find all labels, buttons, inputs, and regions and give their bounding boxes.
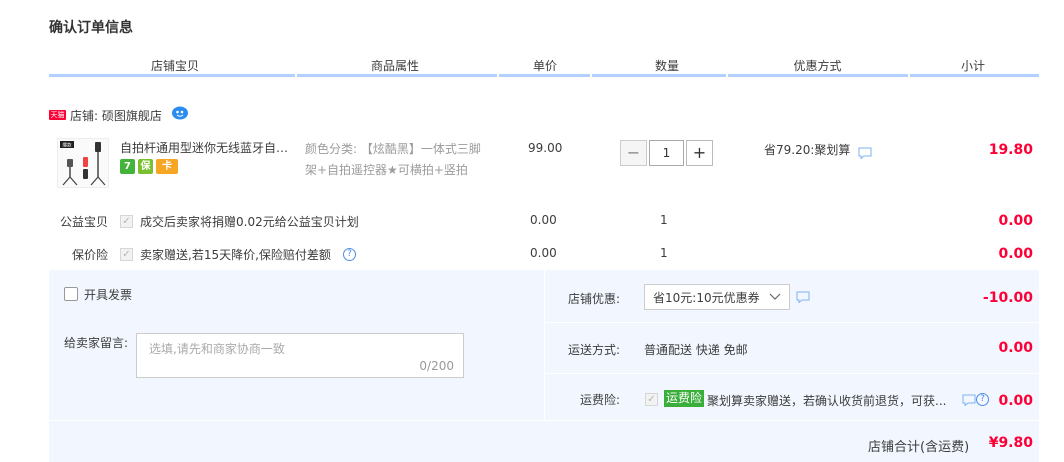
quantity-decrease-button[interactable]: −	[620, 140, 647, 166]
product-attributes: 颜色分类: 【炫酷黑】一体式三脚 架+自拍遥控器★可横拍+竖拍	[305, 139, 495, 181]
header-sep	[908, 74, 910, 77]
price-protect-label: 保价险	[72, 248, 109, 262]
message-label: 给卖家留言:	[64, 336, 129, 350]
seller-message-input[interactable]: 选填,请先和商家协商一致 0/200	[136, 333, 464, 378]
shop-name[interactable]: 店铺: 硕图旗舰店	[70, 107, 162, 124]
charity-label: 公益宝贝	[60, 215, 109, 229]
header-underline	[49, 74, 1039, 77]
panel-divider	[545, 322, 1039, 323]
credit-card-icon: 卡	[156, 159, 178, 174]
price-protect-quantity: 1	[660, 246, 668, 260]
col-header-attr: 商品属性	[370, 59, 419, 73]
col-header-promo: 优惠方式	[793, 59, 842, 73]
quantity-increase-button[interactable]: +	[686, 140, 713, 166]
header-sep	[590, 74, 592, 77]
freight-insurance-text: 聚划算卖家赠送，若确认收货前退货，可获...	[707, 394, 947, 408]
freight-insurance-amount: 0.00	[998, 393, 1033, 409]
header-sep	[726, 74, 728, 77]
price-protect-text: 卖家赠送,若15天降价,保险赔付差额	[140, 248, 331, 262]
message-placeholder: 选填,请先和商家协商一致	[149, 342, 285, 356]
panel-divider	[545, 373, 1039, 374]
col-header-qty: 数量	[654, 59, 679, 73]
unit-price: 99.00	[528, 141, 563, 155]
freight-insurance-checkbox: ✓	[645, 393, 658, 406]
charity-quantity: 1	[660, 213, 668, 227]
product-title-link[interactable]: 自拍杆通用型迷你无线蓝牙自排杆一体式三脚架	[120, 139, 300, 156]
message-counter: 0/200	[419, 359, 454, 373]
help-icon[interactable]: ?	[343, 248, 356, 261]
charity-price: 0.00	[530, 213, 557, 227]
header-sep	[295, 74, 297, 77]
seven-day-return-icon: 7	[120, 159, 135, 174]
quantity-stepper: − +	[620, 140, 713, 166]
svg-text:爆款: 爆款	[63, 142, 72, 149]
shop-total-label: 店铺合计(含运费)	[868, 440, 970, 455]
product-image[interactable]: 爆款	[57, 138, 109, 188]
tmall-badge: 天猫	[49, 110, 66, 120]
price-protect-subtotal: 0.00	[998, 246, 1033, 262]
panel-divider	[49, 420, 1039, 421]
col-header-goods: 店铺宝贝	[150, 59, 199, 73]
chevron-down-icon	[769, 290, 781, 304]
charity-checkbox: ✓	[120, 215, 133, 228]
col-header-subtotal: 小计	[960, 59, 985, 73]
shop-total-amount: ¥9.80	[988, 435, 1033, 451]
shop-coupon-amount: -10.00	[982, 290, 1033, 306]
price-protect-checkbox: ✓	[120, 248, 133, 261]
shipping-amount: 0.00	[998, 340, 1033, 356]
charity-subtotal: 0.00	[998, 213, 1033, 229]
coupon-detail-icon[interactable]	[796, 291, 810, 304]
panel-divider	[544, 270, 545, 420]
promo-detail-icon[interactable]	[858, 147, 872, 160]
invoice-label[interactable]: 开具发票	[84, 286, 132, 303]
item-subtotal: 19.80	[988, 142, 1033, 158]
guarantee-icon: 保	[138, 159, 153, 174]
col-header-price: 单价	[532, 59, 557, 73]
charity-text: 成交后卖家将捐赠0.02元给公益宝贝计划	[140, 215, 359, 229]
promo-text: 省79.20:聚划算	[764, 143, 851, 157]
attr-line: 架+自拍遥控器★可横拍+竖拍	[305, 163, 468, 177]
page-title: 确认订单信息	[49, 20, 133, 36]
shop-coupon-label: 店铺优惠:	[568, 292, 621, 306]
quantity-input[interactable]	[649, 140, 684, 166]
wangwang-chat-icon[interactable]	[171, 105, 189, 121]
service-icons: 7 保 卡	[120, 159, 178, 174]
header-sep	[497, 74, 499, 77]
freight-insurance-label: 运费险:	[580, 393, 621, 407]
price-protect-price: 0.00	[530, 246, 557, 260]
shipping-label: 运送方式:	[568, 343, 621, 357]
shop-coupon-selected: 省10元:10元优惠券	[653, 290, 760, 305]
shop-coupon-select[interactable]: 省10元:10元优惠券	[644, 284, 790, 310]
shipping-value: 普通配送 快递 免邮	[644, 343, 748, 357]
freight-insurance-tag: 运费险	[664, 390, 705, 407]
attr-line: 颜色分类: 【炫酷黑】一体式三脚	[305, 142, 481, 156]
invoice-checkbox[interactable]	[64, 287, 78, 301]
